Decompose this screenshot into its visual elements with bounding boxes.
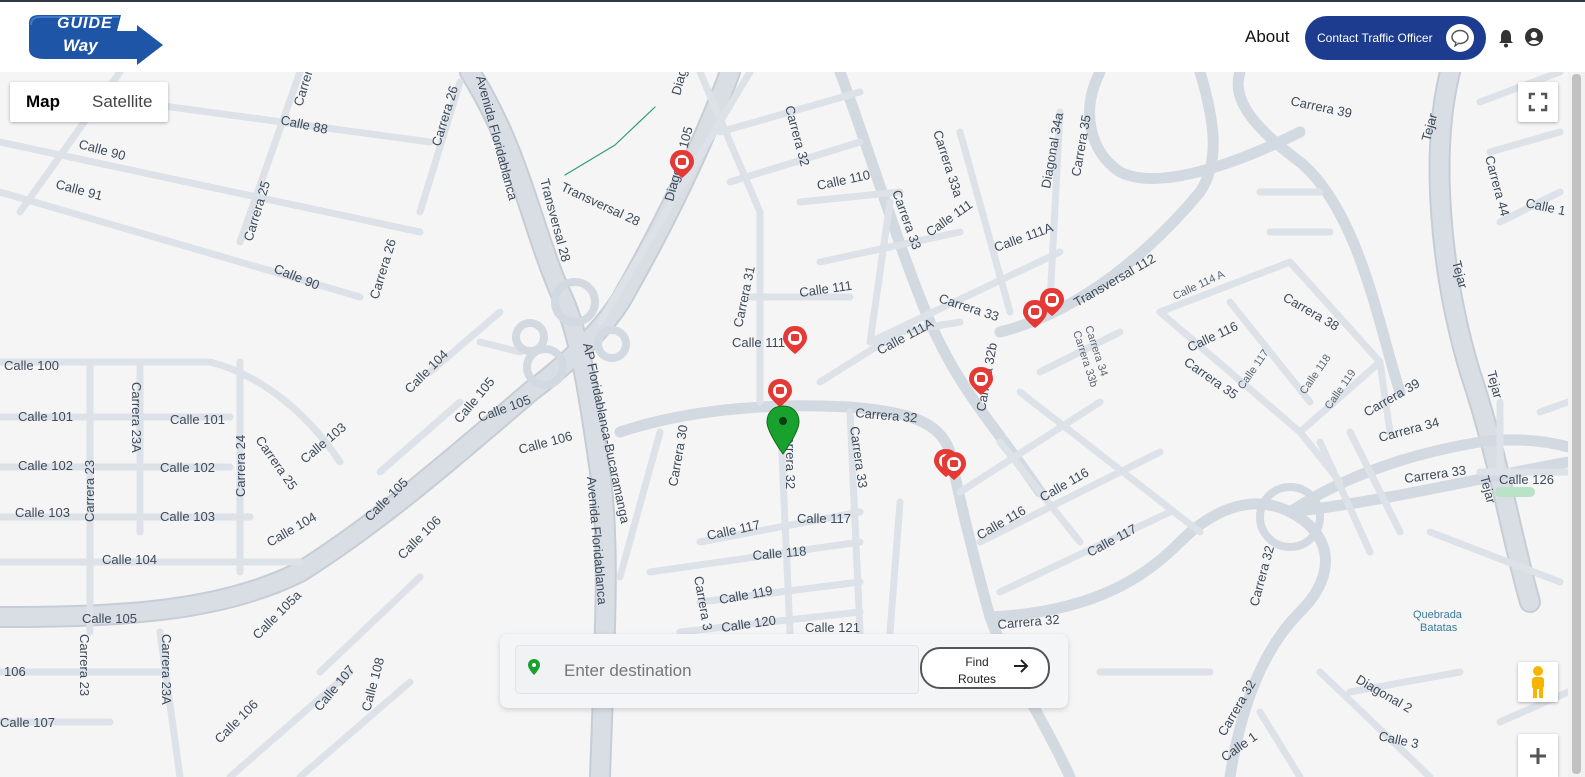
destination-input[interactable] <box>562 646 916 695</box>
svg-text:Calle 126: Calle 126 <box>1499 472 1554 487</box>
map-type-satellite-button[interactable]: Satellite <box>76 82 168 122</box>
svg-text:Carrera 25: Carrera 25 <box>241 179 274 243</box>
find-label-line2: Routes <box>957 672 997 686</box>
pegman-icon <box>1532 666 1544 698</box>
vertical-scrollbar[interactable] <box>1568 72 1585 777</box>
svg-text:Calle 104: Calle 104 <box>264 509 319 549</box>
svg-text:Carrera 26: Carrera 26 <box>367 237 400 301</box>
svg-text:106: 106 <box>4 664 26 679</box>
svg-text:Carrera 23A: Carrera 23A <box>129 382 144 453</box>
svg-text:Calle 105: Calle 105 <box>82 611 137 626</box>
green-location-pin-icon <box>528 659 540 675</box>
svg-text:Carrera 32: Carrera 32 <box>855 405 918 425</box>
logo-text-way: Way <box>63 36 98 55</box>
svg-text:Transversal 28: Transversal 28 <box>559 179 643 229</box>
svg-text:Calle 107: Calle 107 <box>0 715 55 730</box>
svg-text:Carrera 26: Carrera 26 <box>429 84 462 148</box>
svg-text:Calle 117: Calle 117 <box>797 511 851 526</box>
svg-text:Calle 102: Calle 102 <box>160 460 215 475</box>
nav-about-link[interactable]: About <box>1245 27 1289 47</box>
svg-text:Calle 117: Calle 117 <box>1084 521 1139 560</box>
zoom-in-button[interactable] <box>1518 734 1558 777</box>
svg-text:Carrera 23: Carrera 23 <box>82 460 97 522</box>
svg-text:Carrera 30: Carrera 30 <box>665 424 691 488</box>
svg-text:Carrera 32: Carrera 32 <box>1246 544 1277 608</box>
svg-text:Calle 111: Calle 111 <box>732 335 785 350</box>
plus-icon <box>1530 747 1546 764</box>
svg-text:Diago: Diago <box>668 72 691 97</box>
fullscreen-button[interactable] <box>1518 82 1558 122</box>
svg-text:Carrera 24: Carrera 24 <box>233 435 248 497</box>
app-header: GUIDE Way About Contact Traffic Officer <box>0 2 1585 72</box>
svg-text:Calle 117: Calle 117 <box>1236 347 1272 391</box>
svg-text:Carrera 39: Carrera 39 <box>1289 93 1353 121</box>
bell-icon[interactable] <box>1497 28 1515 48</box>
svg-text:Calle 1: Calle 1 <box>1524 195 1567 218</box>
svg-text:Carrera 44: Carrera 44 <box>1482 154 1513 218</box>
svg-text:Calle 106: Calle 106 <box>395 513 444 562</box>
traffic-incident-marker-icon[interactable] <box>783 326 807 354</box>
svg-text:Calle 121: Calle 121 <box>805 620 860 635</box>
find-routes-label: Find Routes <box>942 654 1012 688</box>
svg-text:Calle 103: Calle 103 <box>15 505 70 520</box>
svg-text:Calle 102: Calle 102 <box>18 458 73 473</box>
scrollbar-thumb[interactable] <box>1572 74 1581 774</box>
svg-text:Calle 111A: Calle 111A <box>992 220 1055 255</box>
guideway-logo[interactable]: GUIDE Way <box>25 11 165 67</box>
svg-text:Carrera 23: Carrera 23 <box>77 634 92 696</box>
svg-text:Calle 118: Calle 118 <box>752 543 807 563</box>
svg-text:Calle 104: Calle 104 <box>102 552 157 567</box>
svg-text:Calle 101: Calle 101 <box>170 412 225 427</box>
svg-text:Carrera 32: Carrera 32 <box>782 104 813 168</box>
arrow-right-icon <box>1014 659 1029 673</box>
svg-text:Calle 103: Calle 103 <box>160 509 215 524</box>
svg-text:Calle 118: Calle 118 <box>1298 352 1334 396</box>
svg-text:Calle 110: Calle 110 <box>816 167 872 193</box>
svg-text:Calle 91: Calle 91 <box>54 176 104 203</box>
svg-text:Calle 106: Calle 106 <box>517 428 574 457</box>
svg-text:Calle 120: Calle 120 <box>720 612 776 634</box>
map-type-control: Map Satellite <box>10 82 169 122</box>
svg-text:Carrera 3: Carrera 3 <box>691 575 715 632</box>
svg-text:Carrera 23A: Carrera 23A <box>159 634 174 705</box>
svg-text:Carrera 35: Carrera 35 <box>1068 114 1094 178</box>
svg-text:Carrera 25: Carrera 25 <box>253 433 301 493</box>
contact-button-label: Contact Traffic Officer <box>1317 31 1433 45</box>
svg-text:Calle 88: Calle 88 <box>279 112 329 137</box>
logo-text-guide: GUIDE <box>57 15 113 32</box>
destination-search-panel: Find Routes <box>500 634 1068 708</box>
find-routes-button[interactable]: Find Routes <box>920 647 1050 689</box>
fullscreen-icon <box>1528 92 1548 112</box>
chat-bubble-icon <box>1446 24 1474 52</box>
map-type-map-button[interactable]: Map <box>10 82 76 122</box>
svg-text:Calle 106: Calle 106 <box>212 697 261 746</box>
svg-text:Calle 90: Calle 90 <box>272 261 322 293</box>
svg-text:Calle 116: Calle 116 <box>1185 318 1240 354</box>
contact-traffic-officer-button[interactable]: Contact Traffic Officer <box>1305 16 1486 60</box>
svg-text:Calle 100: Calle 100 <box>4 358 59 373</box>
svg-text:Diagonal 34a: Diagonal 34a <box>1038 111 1066 190</box>
svg-text:Calle 104: Calle 104 <box>402 347 451 396</box>
svg-text:Quebrada: Quebrada <box>1413 609 1463 621</box>
find-label-line1: Find <box>965 655 989 669</box>
street-view-pegman-button[interactable] <box>1518 662 1558 702</box>
account-circle-icon[interactable] <box>1524 27 1544 47</box>
svg-text:Calle 119: Calle 119 <box>718 583 774 607</box>
destination-input-wrapper <box>515 645 919 695</box>
svg-text:Calle 101: Calle 101 <box>18 409 73 424</box>
svg-text:Batatas: Batatas <box>1420 622 1458 634</box>
svg-text:Transversal 112: Transversal 112 <box>1071 251 1158 310</box>
